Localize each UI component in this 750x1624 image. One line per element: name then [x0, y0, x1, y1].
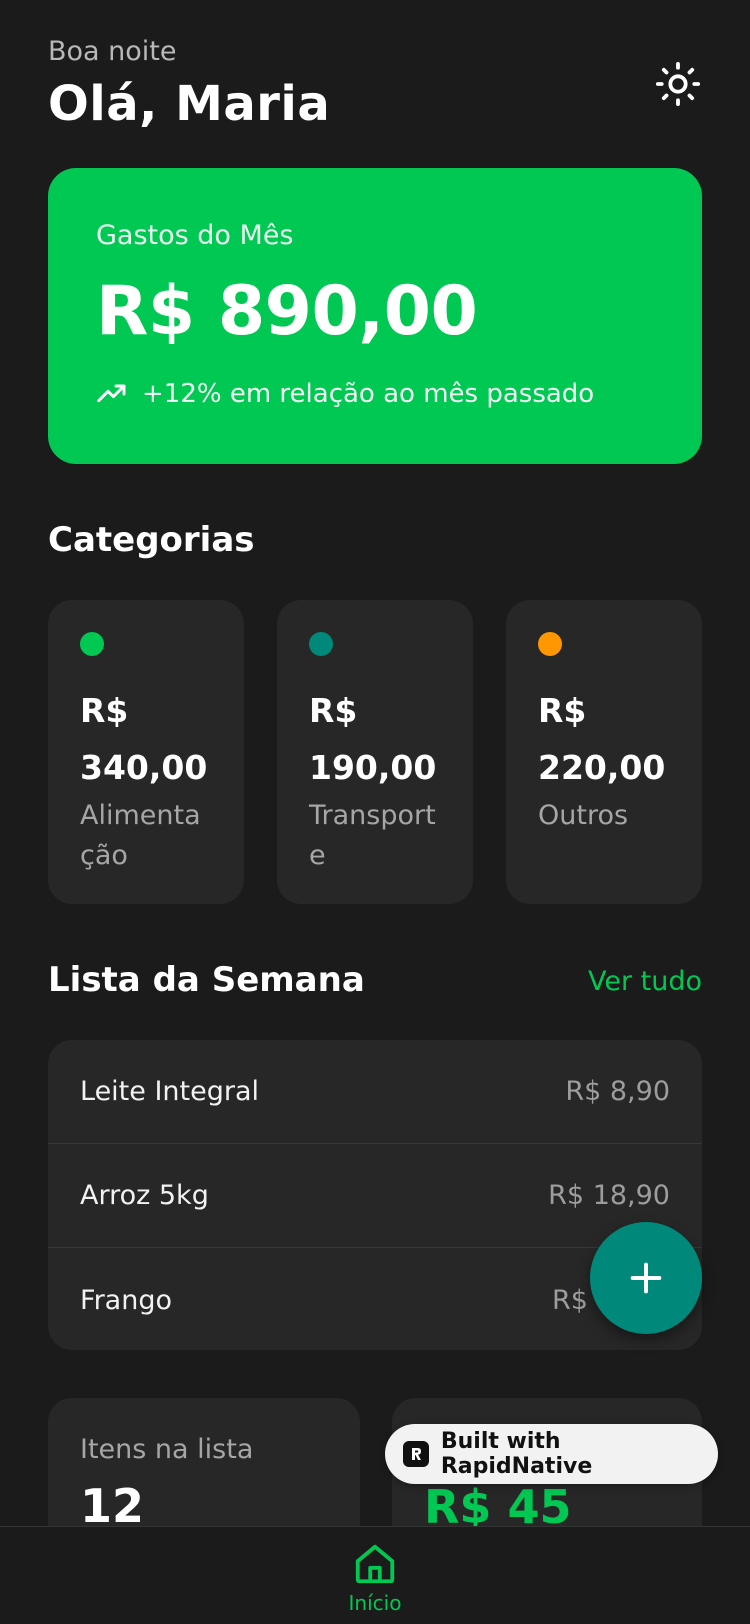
week-list-title: Lista da Semana — [48, 960, 365, 1000]
monthly-trend: +12% em relação ao mês passado — [96, 378, 594, 410]
category-card-transport[interactable]: R$ 190,00 Transporte — [277, 600, 473, 904]
monthly-spending-label: Gastos do Mês — [96, 220, 294, 251]
list-item[interactable]: Arroz 5kg R$ 18,90 — [48, 1144, 702, 1248]
categories-title: Categorias — [48, 520, 255, 560]
see-all-link[interactable]: Ver tudo — [588, 966, 702, 997]
list-item[interactable]: Leite Integral R$ 8,90 — [48, 1040, 702, 1144]
list-item-price: R$ 18,90 — [548, 1180, 670, 1211]
built-with-badge[interactable]: Built with RapidNative — [385, 1424, 718, 1484]
category-name: Transporte — [309, 800, 436, 871]
items-count-value: 12 — [80, 1479, 145, 1533]
theme-toggle-button[interactable] — [652, 58, 704, 110]
category-dot — [309, 632, 333, 656]
monthly-trend-text: +12% em relação ao mês passado — [142, 379, 595, 409]
greeting-subtitle: Boa noite — [48, 36, 177, 67]
category-name: Alimentação — [80, 800, 201, 871]
home-icon — [355, 1544, 395, 1584]
sun-icon — [655, 61, 701, 107]
category-name: Outros — [538, 800, 629, 831]
list-item-name: Frango — [80, 1284, 172, 1316]
home-screen: Boa noite Olá, Maria Gastos do Mês R$ 89… — [0, 0, 750, 1624]
category-value: R$ 190,00 — [309, 691, 437, 787]
nav-item-home[interactable]: Início — [330, 1541, 420, 1615]
bottom-navigation: Início — [0, 1526, 750, 1624]
category-dot — [538, 632, 562, 656]
rapidnative-logo-icon — [403, 1441, 429, 1467]
items-count-label: Itens na lista — [80, 1434, 254, 1465]
category-value: R$ 340,00 — [80, 691, 208, 787]
plus-icon — [630, 1262, 662, 1294]
trending-up-icon — [97, 384, 126, 403]
category-card-other[interactable]: R$ 220,00 Outros — [506, 600, 702, 904]
list-item-price: R$ 8,90 — [565, 1076, 670, 1107]
list-item-name: Leite Integral — [80, 1076, 260, 1107]
category-dot — [80, 632, 104, 656]
list-item-price: R$ — [552, 1284, 588, 1316]
monthly-spending-card: Gastos do Mês R$ 890,00 +12% em relação … — [48, 168, 702, 464]
add-item-button[interactable] — [590, 1222, 702, 1334]
list-item-name: Arroz 5kg — [80, 1180, 209, 1211]
monthly-spending-value: R$ 890,00 — [96, 272, 478, 351]
nav-item-home-label: Início — [348, 1591, 402, 1615]
badge-text: Built with RapidNative — [440, 1429, 593, 1479]
category-value: R$ 220,00 — [538, 691, 666, 787]
category-card-food[interactable]: R$ 340,00 Alimentação — [48, 600, 244, 904]
greeting-title: Olá, Maria — [48, 76, 331, 132]
